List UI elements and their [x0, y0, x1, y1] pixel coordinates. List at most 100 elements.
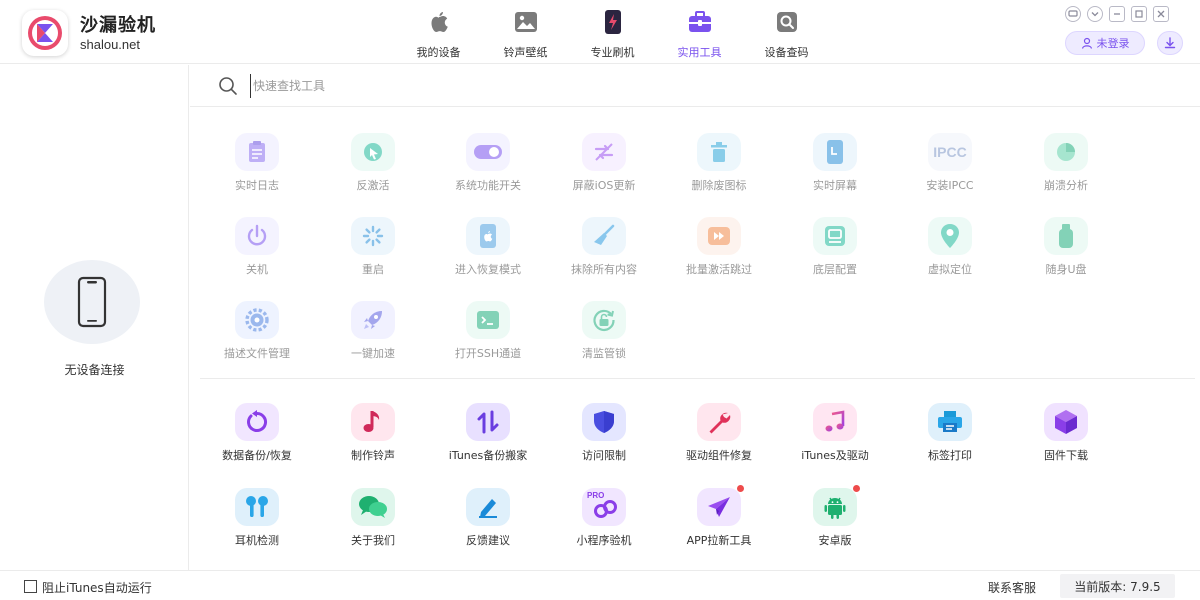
- tool-label-print[interactable]: 标签打印: [895, 403, 1005, 467]
- tool-ssh-channel[interactable]: 打开SSH通道: [433, 301, 543, 365]
- nav-device-lookup[interactable]: 设备查码: [743, 6, 830, 60]
- tool-itunes-backup-move[interactable]: iTunes备份搬家: [433, 403, 543, 467]
- restart-icon: [351, 217, 395, 255]
- skip-icon: [697, 217, 741, 255]
- contact-support-link[interactable]: 联系客服: [988, 579, 1036, 596]
- music-note-icon: [351, 403, 395, 441]
- rocket-icon: [351, 301, 395, 339]
- feedback-window-button[interactable]: [1065, 6, 1081, 22]
- tool-feedback[interactable]: 反馈建议: [433, 488, 543, 552]
- tool-system-switch[interactable]: 系统功能开关: [433, 133, 543, 197]
- login-label: 未登录: [1096, 37, 1130, 50]
- tool-restart[interactable]: 重启: [318, 217, 428, 281]
- toolbox-icon: [688, 10, 712, 34]
- tool-one-click-boost[interactable]: 一键加速: [318, 301, 428, 365]
- tool-make-ringtone[interactable]: 制作铃声: [318, 403, 428, 467]
- config-icon: [813, 217, 857, 255]
- screen-icon: [813, 133, 857, 171]
- android-icon: [813, 485, 860, 526]
- tool-app-promotion[interactable]: APP拉新工具: [664, 485, 774, 552]
- terminal-icon: [466, 301, 510, 339]
- broom-icon: [582, 217, 626, 255]
- tool-install-ipcc[interactable]: IPCC 安装IPCC: [895, 133, 1005, 197]
- minimize-icon: [1114, 13, 1120, 15]
- nav-ringtone-wallpaper[interactable]: 铃声壁纸: [482, 6, 569, 60]
- tool-low-level-config[interactable]: 底层配置: [780, 217, 890, 281]
- message-icon: [1068, 10, 1078, 17]
- log-icon: [235, 133, 279, 171]
- location-icon: [928, 217, 972, 255]
- tool-search-bar: [190, 66, 1200, 107]
- window-controls: [1065, 6, 1169, 22]
- download-button[interactable]: [1157, 31, 1183, 55]
- trash-icon: [697, 133, 741, 171]
- close-button[interactable]: [1153, 6, 1169, 22]
- chat-icon: [351, 488, 395, 526]
- tool-search-input[interactable]: [250, 74, 650, 98]
- power-icon: [235, 217, 279, 255]
- backup-icon: [235, 403, 279, 441]
- ipcc-icon: IPCC: [928, 133, 972, 171]
- printer-icon: [928, 403, 972, 441]
- tool-realtime-log[interactable]: 实时日志: [202, 133, 312, 197]
- tool-earphone-test[interactable]: 耳机检测: [202, 488, 312, 552]
- search-icon: [219, 77, 237, 95]
- menu-dropdown-button[interactable]: [1087, 6, 1103, 22]
- shield-icon: [582, 403, 626, 441]
- toggle-icon: [466, 133, 510, 171]
- minimize-button[interactable]: [1109, 6, 1125, 22]
- profile-gear-icon: [235, 301, 279, 339]
- hourglass-logo-icon: [28, 16, 62, 50]
- itunes-icon: [813, 403, 857, 441]
- earphones-icon: [235, 488, 279, 526]
- tool-access-restriction[interactable]: 访问限制: [549, 403, 659, 467]
- download-icon: [1164, 37, 1176, 49]
- chevron-down-icon: [1091, 12, 1099, 17]
- tool-driver-repair[interactable]: 驱动组件修复: [664, 403, 774, 467]
- device-panel: 无设备连接: [0, 65, 189, 570]
- tool-itunes-driver[interactable]: iTunes及驱动: [780, 403, 890, 467]
- tool-about-us[interactable]: 关于我们: [318, 488, 428, 552]
- tool-deactivate[interactable]: 反激活: [318, 133, 428, 197]
- version-badge: 当前版本: 7.9.5: [1060, 574, 1175, 598]
- tool-erase-all[interactable]: 抹除所有内容: [549, 217, 659, 281]
- maximize-button[interactable]: [1131, 6, 1147, 22]
- nav-pro-flash[interactable]: 专业刷机: [569, 6, 656, 60]
- apple-icon: [427, 10, 451, 34]
- tool-clear-supervision-lock[interactable]: 清监管锁: [549, 301, 659, 365]
- tool-batch-activate-skip[interactable]: 批量激活跳过: [664, 217, 774, 281]
- block-update-icon: [582, 133, 626, 171]
- tool-usb-disk[interactable]: 随身U盘: [1011, 217, 1121, 281]
- block-itunes-checkbox[interactable]: [24, 580, 37, 593]
- new-badge: [737, 485, 744, 492]
- pie-chart-icon: [1044, 133, 1088, 171]
- tool-realtime-screen[interactable]: 实时屏幕: [780, 133, 890, 197]
- app-url: shalou.net: [80, 37, 140, 52]
- app-name: 沙漏验机: [80, 15, 156, 36]
- login-button[interactable]: 未登录: [1065, 31, 1145, 55]
- new-badge: [853, 485, 860, 492]
- device-status: 无设备连接: [64, 363, 125, 377]
- maximize-icon: [1135, 10, 1143, 18]
- tool-block-ios-update[interactable]: 屏蔽iOS更新: [549, 133, 659, 197]
- tool-delete-icons[interactable]: 删除废图标: [664, 133, 774, 197]
- recovery-icon: [466, 217, 510, 255]
- flash-phone-icon: [601, 10, 625, 34]
- nav-utility-tools[interactable]: 实用工具: [656, 6, 743, 60]
- block-itunes-label[interactable]: 阻止iTunes自动运行: [42, 579, 152, 596]
- usb-icon: [1044, 217, 1088, 255]
- tool-mini-program-check[interactable]: PRO 小程序验机: [549, 488, 659, 552]
- tool-recovery-mode[interactable]: 进入恢复模式: [433, 217, 543, 281]
- tool-profile-manage[interactable]: 描述文件管理: [202, 301, 312, 365]
- wrench-icon: [697, 403, 741, 441]
- tool-android-version[interactable]: 安卓版: [780, 485, 890, 552]
- tool-shutdown[interactable]: 关机: [202, 217, 312, 281]
- tool-crash-analysis[interactable]: 崩溃分析: [1011, 133, 1121, 197]
- tool-virtual-location[interactable]: 虚拟定位: [895, 217, 1005, 281]
- tool-firmware-download[interactable]: 固件下载: [1011, 403, 1121, 467]
- app-logo: [22, 10, 68, 56]
- tool-data-backup-restore[interactable]: 数据备份/恢复: [202, 403, 312, 467]
- nav-my-device[interactable]: 我的设备: [395, 6, 482, 60]
- header: 沙漏验机 shalou.net 我的设备 铃声壁纸 专业刷机 实用工具 设备查码…: [0, 0, 1200, 64]
- device-placeholder: [44, 260, 140, 344]
